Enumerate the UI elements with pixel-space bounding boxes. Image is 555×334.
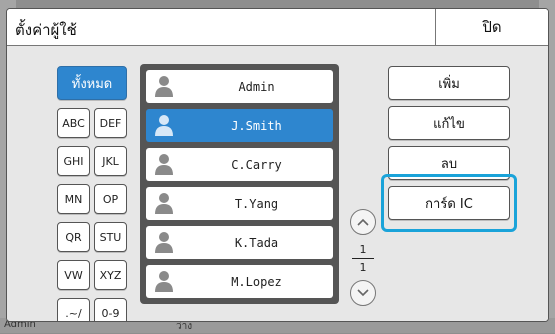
user-avatar-icon [155,271,173,292]
user-row-admin[interactable]: Admin [146,70,333,103]
user-list: Admin J.Smith C.Carry T.Yang K.Tada M.Lo… [140,64,339,304]
index-op-button[interactable]: OP [94,184,127,214]
page-divider [352,258,374,259]
index-ghi-button[interactable]: GHI [57,146,90,176]
user-name: Admin [238,79,275,94]
user-row-t-yang[interactable]: T.Yang [146,187,333,220]
index-all-button[interactable]: ทั้งหมด [57,66,127,100]
user-row-m-lopez[interactable]: M.Lopez [146,265,333,298]
close-button[interactable]: ปิด [435,9,548,45]
page-total: 1 [359,261,367,274]
user-avatar-icon [155,232,173,253]
page-current: 1 [359,243,367,256]
chevron-up-icon [357,218,369,226]
scroll-down-button[interactable] [350,280,376,306]
index-xyz-button[interactable]: XYZ [94,260,127,290]
index-symbols-button[interactable]: .~/ [57,298,90,321]
ic-card-button[interactable]: การ์ด IC [388,186,510,220]
user-name: J.Smith [231,118,282,133]
user-avatar-icon [155,154,173,175]
index-jkl-button[interactable]: JKL [94,146,127,176]
add-user-button[interactable]: เพิ่ม [388,66,510,100]
edit-user-button[interactable]: แก้ไข [388,106,510,140]
index-qr-button[interactable]: QR [57,222,90,252]
user-settings-dialog: ตั้งค่าผู้ใช้ ปิด ทั้งหมด ABC DEF GHI JK… [6,8,549,322]
dialog-body: ทั้งหมด ABC DEF GHI JKL MN OP QR STU VW … [7,46,548,321]
user-row-k-tada[interactable]: K.Tada [146,226,333,259]
user-row-j-smith[interactable]: J.Smith [146,109,333,142]
user-name: M.Lopez [231,274,282,289]
index-digits-button[interactable]: 0-9 [94,298,127,321]
index-mn-button[interactable]: MN [57,184,90,214]
user-name: T.Yang [234,196,279,211]
index-abc-button[interactable]: ABC [57,108,90,138]
user-avatar-icon [155,193,173,214]
page-indicator: 1 1 [352,243,374,274]
scroll-up-button[interactable] [350,209,376,235]
user-row-c-carry[interactable]: C.Carry [146,148,333,181]
user-avatar-icon [155,76,173,97]
dialog-title: ตั้งค่าผู้ใช้ [15,21,77,39]
index-def-button[interactable]: DEF [94,108,127,138]
index-stu-button[interactable]: STU [94,222,127,252]
user-avatar-icon [155,115,173,136]
chevron-down-icon [357,289,369,297]
user-name: K.Tada [234,235,279,250]
dialog-titlebar: ตั้งค่าผู้ใช้ ปิด [7,9,548,46]
index-vw-button[interactable]: VW [57,260,90,290]
user-name: C.Carry [231,157,282,172]
